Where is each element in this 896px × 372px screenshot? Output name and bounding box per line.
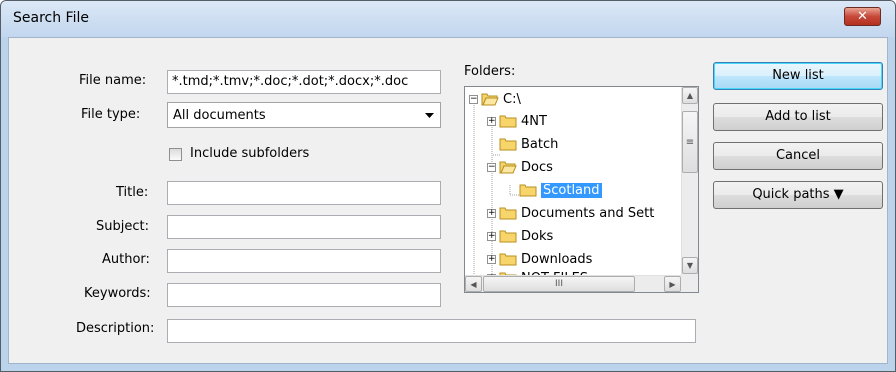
vertical-scroll-thumb[interactable]: ≡ [682,111,698,173]
include-subfolders-label[interactable]: Include subfolders [190,146,309,161]
subject-input[interactable] [167,215,441,239]
open-folder-icon [481,93,499,106]
dialog-body: File name: *.tmd;*.tmv;*.doc;*.dot;*.doc… [8,37,888,364]
tree-node-label: Batch [521,136,559,152]
chevron-down-icon[interactable] [420,104,438,126]
quick-paths-button[interactable]: Quick paths ▼ [713,181,883,209]
file-type-select[interactable]: All documents [167,102,441,128]
expand-icon[interactable]: + [487,116,496,126]
tree-node-label: Doks [521,228,554,244]
folder-icon [519,184,537,197]
horizontal-scrollbar[interactable]: ◀ III ▶ [465,275,681,292]
subject-label: Subject: [96,219,149,234]
add-to-list-button[interactable]: Add to list [713,103,883,131]
tree-node-label-selected: Scotland [541,182,602,198]
collapse-icon[interactable]: − [487,162,496,172]
description-label: Description: [76,321,155,336]
tree-node-scotland[interactable]: Scotland [519,180,602,200]
scroll-down-button[interactable]: ▼ [682,257,698,274]
folder-icon [499,138,517,151]
scrollbar-corner [681,275,698,292]
tree-node-batch[interactable]: Batch [499,134,558,154]
title-label: Title: [116,185,149,200]
tree-node-label: Downloads [521,251,593,267]
title-bar[interactable]: Search File ✕ [1,1,895,37]
cancel-button[interactable]: Cancel [713,142,883,170]
title-input[interactable] [167,181,441,205]
scroll-up-button[interactable]: ▲ [682,87,698,104]
tree-node-doks[interactable]: + Doks [487,226,553,246]
tree-node-downloads[interactable]: + Downloads [487,249,592,269]
folder-icon [499,230,517,243]
close-button[interactable]: ✕ [844,7,881,26]
folder-icon [499,207,517,220]
file-name-label: File name: [79,73,147,88]
folders-label: Folders: [464,64,516,79]
expand-icon[interactable]: + [487,208,496,218]
author-label: Author: [102,252,150,267]
tree-node-label: Documents and Sett [521,205,655,221]
open-folder-icon [499,161,517,174]
tree-node-4nt[interactable]: + 4NT [487,111,547,131]
horizontal-scroll-thumb[interactable]: III [483,276,635,292]
new-list-button[interactable]: New list [713,62,883,90]
expand-icon[interactable]: + [487,231,496,241]
collapse-icon[interactable]: − [469,94,478,104]
file-type-label: File type: [81,107,141,122]
expand-icon[interactable]: + [487,254,496,264]
tree-node-label: C:\ [503,91,521,107]
tree-node-c-drive[interactable]: − C:\ [469,89,521,109]
scroll-right-button[interactable]: ▶ [664,276,681,292]
folder-tree[interactable]: − C:\ + 4NT Batch − Docs Scotland + Docu… [464,86,699,293]
tree-node-docs[interactable]: − Docs [487,157,553,177]
folder-icon [499,115,517,128]
tree-node-label: 4NT [521,113,547,129]
keywords-input[interactable] [167,283,441,307]
vertical-scrollbar[interactable]: ▲ ≡ ▼ [681,87,698,275]
window-title: Search File [13,10,89,26]
folder-icon [499,253,517,266]
file-name-input[interactable]: *.tmd;*.tmv;*.doc;*.dot;*.docx;*.doc [167,70,441,94]
include-subfolders-checkbox[interactable] [169,148,182,161]
search-file-dialog: Search File ✕ File name: *.tmd;*.tmv;*.d… [0,0,896,372]
description-input[interactable] [167,319,696,343]
file-type-value: All documents [173,108,266,123]
keywords-label: Keywords: [84,286,151,301]
author-input[interactable] [167,249,441,273]
scroll-left-button[interactable]: ◀ [465,276,482,292]
tree-node-documents-and-settings[interactable]: + Documents and Sett [487,203,654,223]
tree-node-label: Docs [521,159,553,175]
